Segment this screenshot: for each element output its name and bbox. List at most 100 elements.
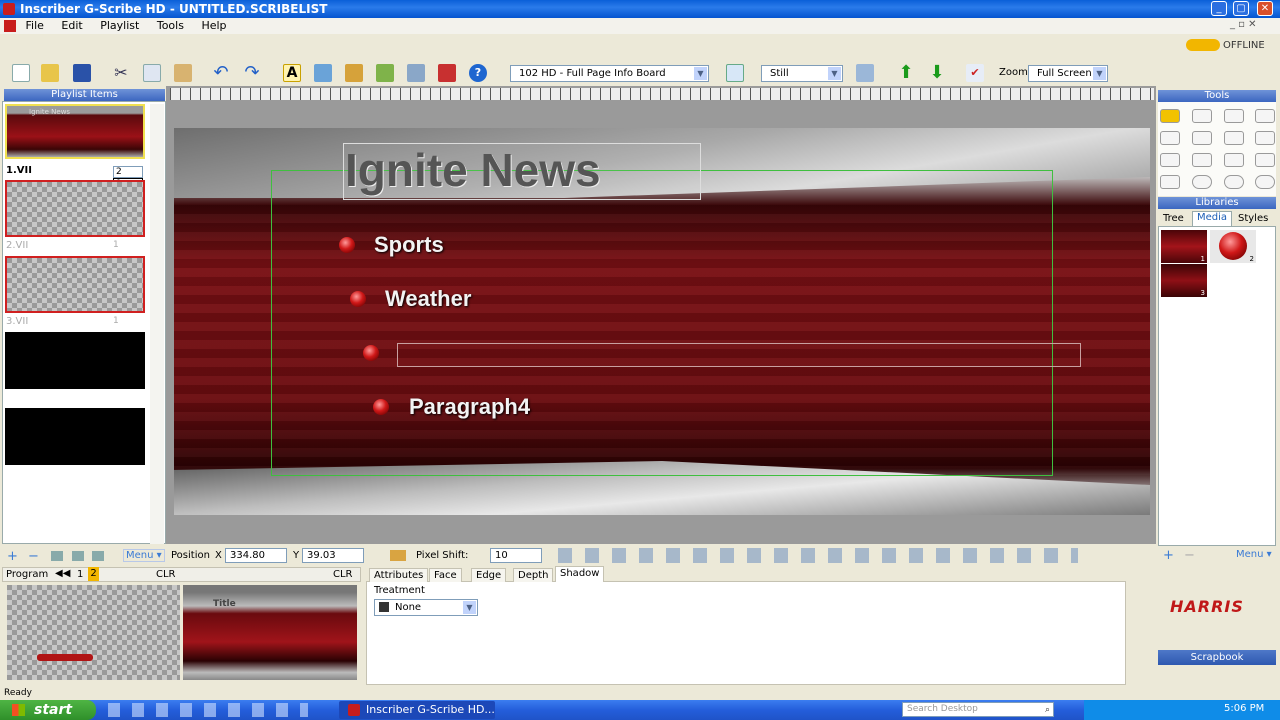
text-tool-icon[interactable]: A (283, 64, 301, 82)
pixel-shift-field[interactable]: 10 (490, 548, 542, 563)
taskbar-app-button[interactable]: Inscriber G-Scribe HD... (339, 701, 495, 719)
clr-button-2[interactable]: CLR (333, 569, 353, 580)
tool-icon[interactable] (1255, 109, 1275, 123)
tool-icon[interactable] (1160, 175, 1180, 189)
layout-tools-group[interactable] (558, 548, 1078, 563)
menu-help[interactable]: Help (201, 19, 226, 32)
program-num-2[interactable]: 2 (88, 567, 99, 581)
spellcheck-icon[interactable]: ✔ (966, 64, 984, 82)
cut-icon[interactable]: ✂ (112, 64, 130, 82)
playlist-item-name: 1.VII (6, 165, 32, 176)
line-tool-icon[interactable] (1255, 153, 1275, 167)
start-button[interactable]: start (0, 700, 96, 720)
playlist-thumb-1[interactable]: Ignite News (5, 104, 145, 159)
select-tool-icon[interactable] (1160, 109, 1180, 123)
treatment-select[interactable]: None ▼ (374, 599, 478, 616)
tool-icon[interactable] (1192, 131, 1212, 145)
effects-icon[interactable] (438, 64, 456, 82)
mode-select[interactable]: Still ▼ (761, 65, 843, 82)
save-icon[interactable] (73, 64, 91, 82)
remove-item-button[interactable]: − (28, 549, 39, 564)
tab-shadow[interactable]: Shadow (555, 566, 605, 582)
text-tool-icon[interactable] (1192, 109, 1212, 123)
checklist-icon[interactable] (726, 64, 744, 82)
rewind-icon[interactable]: ◀◀ (55, 568, 70, 579)
media-item-1[interactable]: 1 (1161, 230, 1207, 263)
tool-icon[interactable] (1224, 109, 1244, 123)
image-icon[interactable] (407, 64, 425, 82)
rectangle-tool-icon[interactable] (1224, 131, 1244, 145)
open-folder-icon[interactable] (41, 64, 59, 82)
desktop-search-input[interactable]: Search Desktop ⌕ (902, 702, 1054, 717)
program-num-1[interactable]: 1 (77, 569, 83, 580)
playlist-thumb-4[interactable] (5, 332, 145, 389)
redo-icon[interactable]: ↷ (243, 64, 261, 82)
tab-attributes[interactable]: Attributes (369, 568, 429, 582)
program-preview-1[interactable] (7, 585, 180, 680)
undo-icon[interactable]: ↶ (212, 64, 230, 82)
tool-icon[interactable] (1255, 131, 1275, 145)
playlist-thumb-3[interactable] (5, 256, 145, 313)
playlist-scrollbar[interactable] (150, 104, 164, 544)
help-icon[interactable]: ? (469, 64, 487, 82)
arrow-up-icon[interactable]: ⬆ (897, 64, 915, 82)
y-field[interactable]: 39.03 (302, 548, 364, 563)
playlist-tool-icon[interactable] (92, 551, 104, 561)
scrapbook-button[interactable]: Scrapbook (1158, 650, 1276, 665)
quick-launch-icons[interactable] (108, 703, 308, 717)
tab-edge[interactable]: Edge (471, 568, 507, 582)
playlist-thumb-2[interactable] (5, 180, 145, 237)
graphics-icon[interactable] (314, 64, 332, 82)
playlist-thumb-5[interactable] (5, 408, 145, 465)
menu-playlist[interactable]: Playlist (100, 19, 139, 32)
item-count-select[interactable]: 2 (113, 166, 143, 178)
menu-tools[interactable]: Tools (157, 19, 184, 32)
fx-icon[interactable] (376, 64, 394, 82)
paste-icon[interactable] (174, 64, 192, 82)
copy-icon[interactable] (143, 64, 161, 82)
lib-remove-button[interactable]: − (1184, 548, 1195, 563)
canvas-title[interactable]: Ignite News (345, 143, 601, 197)
paragraph-4[interactable]: Paragraph4 (409, 394, 530, 420)
paragraph-2[interactable]: Weather (385, 286, 471, 312)
minimize-button[interactable]: _ (1211, 1, 1227, 16)
menu-file[interactable]: File (26, 19, 44, 32)
tab-face[interactable]: Face (429, 568, 462, 582)
lib-tab-media[interactable]: Media (1192, 211, 1232, 226)
search-icon[interactable]: ⌕ (1045, 704, 1050, 717)
lib-menu-button[interactable]: Menu ▾ (1236, 549, 1272, 560)
tool-icon[interactable] (1192, 153, 1212, 167)
add-item-button[interactable]: + (7, 549, 18, 564)
playlist-menu-button[interactable]: Menu ▾ (123, 549, 165, 562)
playlist-tool-icon[interactable] (51, 551, 63, 561)
media-item-2[interactable]: 2 (1210, 230, 1256, 263)
new-file-icon[interactable] (12, 64, 30, 82)
clr-button-1[interactable]: CLR (156, 569, 176, 580)
media-item-3[interactable]: 3 (1161, 264, 1207, 297)
circle-tool-icon[interactable] (1192, 175, 1212, 189)
paragraph-1[interactable]: Sports (374, 232, 444, 258)
close-button[interactable]: ✕ (1257, 1, 1273, 16)
menu-edit[interactable]: Edit (61, 19, 82, 32)
template-select[interactable]: 102 HD - Full Page Info Board ▼ (510, 65, 709, 82)
lib-tab-styles[interactable]: Styles (1238, 213, 1268, 224)
lib-tab-tree[interactable]: Tree (1163, 213, 1184, 224)
x-field[interactable]: 334.80 (225, 548, 287, 563)
lib-add-button[interactable]: + (1163, 548, 1174, 563)
objects-icon[interactable] (345, 64, 363, 82)
maximize-button[interactable]: ▢ (1233, 1, 1249, 16)
zoom-select[interactable]: Full Screen ▼ (1028, 65, 1108, 82)
arrow-down-icon[interactable]: ⬇ (928, 64, 946, 82)
monitor-icon[interactable] (856, 64, 874, 82)
ellipse-tool-icon[interactable] (1224, 175, 1244, 189)
program-preview-2[interactable]: Title (183, 585, 357, 680)
tab-depth[interactable]: Depth (513, 568, 554, 582)
playlist-tool-icon[interactable] (72, 551, 84, 561)
paragraph-3-textbox[interactable] (397, 343, 1081, 367)
tool-icon[interactable] (1160, 153, 1180, 167)
mdi-controls[interactable]: _ ▫ ✕ (1230, 19, 1257, 30)
tool-icon[interactable] (1224, 153, 1244, 167)
tool-icon[interactable] (1160, 131, 1180, 145)
rounded-rect-tool-icon[interactable] (1255, 175, 1275, 189)
align-icon[interactable] (390, 550, 406, 561)
